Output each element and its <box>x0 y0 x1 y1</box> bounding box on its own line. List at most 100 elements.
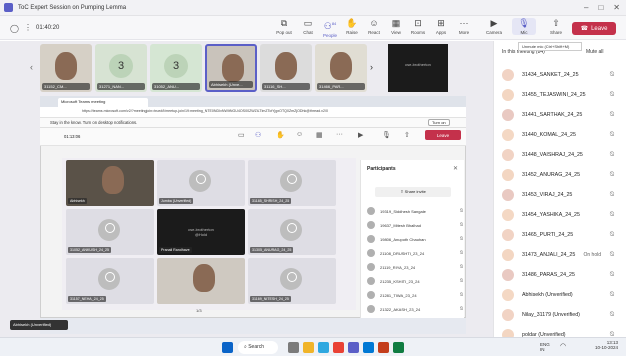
video-tile[interactable]: 31116_SH... <box>260 44 312 92</box>
inner-video-tile[interactable]: Abhisekh <box>66 160 154 206</box>
participant-row[interactable]: Abhisekh (Unverified) ⍉ <box>494 285 626 305</box>
start-icon[interactable] <box>222 342 233 353</box>
inner-react-icon[interactable]: ☺ <box>296 131 303 138</box>
close-icon[interactable]: ✕ <box>613 3 620 12</box>
inner-video-tile[interactable]: 31305_ANURAG_24_25 <box>248 209 336 255</box>
avatar <box>502 109 514 121</box>
participant-row[interactable]: 31452_ANURAG_24_25 ⍉ <box>494 165 626 185</box>
chrome-icon[interactable] <box>333 342 344 353</box>
inner-people-icon[interactable]: ⚇ <box>255 131 261 139</box>
inner-video-tile[interactable]: 31185_SHRISH_24_25 <box>248 160 336 206</box>
url-field[interactable]: https://teams.microsoft.com/v2/?meetingj… <box>82 109 432 113</box>
share-button[interactable]: ⇧ Share <box>544 18 568 35</box>
participant-video <box>275 52 297 80</box>
meeting-toolbar: ◯ ⋮ 01:40:20 ⧉ Pop out ▭ Chat ⚇84 People ✋ R… <box>0 16 626 40</box>
video-strip: 31152_CM... 3 31271_NAN... 3 31052_ANU... … <box>40 44 390 92</box>
leave-button[interactable]: ☎ Leave <box>572 22 616 35</box>
participant-row[interactable]: Nilay_31179 (Unverified) ⍉ <box>494 305 626 325</box>
teams-icon[interactable] <box>348 342 359 353</box>
notification-banner: Stay in the know. Turn on desktop notifi… <box>40 118 466 128</box>
strip-prev-icon[interactable]: ‹ <box>30 62 33 72</box>
file-explorer-icon[interactable] <box>303 342 314 353</box>
inner-more-icon[interactable]: ··· <box>336 131 343 138</box>
inner-tab[interactable]: Microsoft Teams meeting <box>58 98 148 107</box>
inner-video-tile[interactable]: 31052_ANKUSH_24_25 <box>66 209 154 255</box>
people-button[interactable]: ⚇84 People <box>318 18 342 38</box>
turn-on-button[interactable]: Turn on <box>428 119 450 126</box>
video-tile[interactable]: 3 31271_NAN... <box>95 44 147 92</box>
more-button[interactable]: ··· More <box>452 18 476 35</box>
maximize-icon[interactable]: □ <box>598 3 603 12</box>
rooms-button[interactable]: ⊡ Rooms <box>406 18 430 35</box>
inner-video-tile[interactable] <box>157 258 245 304</box>
inner-video-tile-dark[interactable]: cse-brotherton @Hold Pranali Randhave <box>157 209 245 255</box>
camera-button[interactable]: ▶ Camera <box>482 18 506 35</box>
inner-share-icon[interactable]: ⇧ <box>404 131 410 139</box>
store-icon[interactable] <box>363 342 374 353</box>
inner-participant-row[interactable]: 19637_Mitesh Bhalhad ⍉ <box>367 218 463 232</box>
participant-row[interactable]: 31453_VIRAJ_24_25 ⍉ <box>494 185 626 205</box>
apps-button[interactable]: ⊞ Apps <box>429 18 453 35</box>
inner-video-tile[interactable]: 31157_NEHA_24_25 <box>66 258 154 304</box>
participant-row[interactable]: 31454_YASHIKA_24_25 ⍉ <box>494 205 626 225</box>
participant-row[interactable]: 31455_TEJASWINI_24_25 ⍉ <box>494 85 626 105</box>
participant-name: 19637_Mitesh Bhalhad <box>380 222 421 228</box>
avatar <box>367 263 375 271</box>
participant-name: 31441_SARTHAK_24_25 <box>522 112 583 118</box>
wifi-icon[interactable]: ◠ <box>560 342 566 350</box>
video-tile[interactable]: 3 31052_ANU... <box>150 44 202 92</box>
video-tile-active[interactable]: Abhisekh (Unve... <box>205 44 257 92</box>
video-tile[interactable]: 31466_PAR... <box>315 44 367 92</box>
video-tile[interactable]: 31152_CM... <box>40 44 92 92</box>
inner-video-tile[interactable]: Jumba (Unverified) <box>157 160 245 206</box>
inner-mic-icon[interactable]: 🎙 <box>382 131 391 139</box>
participant-name: 31452_ANURAG_24_25 <box>522 172 581 178</box>
inner-participant-row[interactable]: 21119_RIYA_23_24 ⍉ <box>367 260 463 274</box>
edge-icon[interactable] <box>318 342 329 353</box>
pop-out-button[interactable]: ⧉ Pop out <box>272 18 296 35</box>
inner-view-icon[interactable]: ▦ <box>316 131 323 139</box>
inner-participant-row[interactable]: 21322_AKASH_23_24 ⍉ <box>367 302 463 316</box>
minimize-icon[interactable]: – <box>584 3 588 12</box>
task-view-icon[interactable] <box>288 342 299 353</box>
view-button[interactable]: ▦ View <box>384 18 408 35</box>
participant-name: 21108_DRUSHTI_23_24 <box>380 250 425 256</box>
inner-participant-row[interactable]: 19319_Siddhesh Sangale ⍉ <box>367 204 463 218</box>
inner-participant-row[interactable]: 19806_Anupoth Chauhan ⍉ <box>367 232 463 246</box>
inner-video-tile[interactable]: 31169_NITESH_24_25 <box>248 258 336 304</box>
inner-camera-icon[interactable]: ▶ <box>358 131 363 139</box>
mic-off-icon: ⍉ <box>459 208 463 214</box>
participant-row[interactable]: 31440_KOMAL_24_25 ⍉ <box>494 125 626 145</box>
chat-button[interactable]: ▭ Chat <box>296 18 320 35</box>
inner-participant-row[interactable]: 21281_TIWA_23_24 ⍉ <box>367 288 463 302</box>
inner-participant-row[interactable]: 21108_DRUSHTI_23_24 ⍉ <box>367 246 463 260</box>
inner-chat-icon[interactable]: ▭ <box>238 131 245 139</box>
notification-text: Stay in the know. Turn on desktop notifi… <box>50 120 138 125</box>
language-indicator[interactable]: ENG IN <box>540 342 554 352</box>
office-icon[interactable] <box>378 342 389 353</box>
participant-row[interactable]: 31473_ANJALI_24_25 On hold ⍉ <box>494 245 626 265</box>
participant-row[interactable]: 31434_SANKET_24_25 ⍉ <box>494 65 626 85</box>
mic-button[interactable]: 🎙 Mic <box>512 18 536 35</box>
inner-tab-bar: Microsoft Teams meeting <box>40 96 466 107</box>
participant-name: Abhisekh (Unverified) <box>522 292 573 298</box>
app-icon[interactable] <box>393 342 404 353</box>
participant-row[interactable]: 31448_VAISHRAJ_24_25 ⍉ <box>494 145 626 165</box>
participant-row[interactable]: 31441_SARTHAK_24_25 ⍉ <box>494 105 626 125</box>
inner-raise-icon[interactable]: ✋ <box>276 131 285 139</box>
close-icon[interactable]: ✕ <box>453 165 458 172</box>
mute-all-button[interactable]: Mute all <box>586 49 604 55</box>
taskbar-search[interactable]: ⌕ Search <box>238 341 278 354</box>
react-button[interactable]: ☺ React <box>362 18 386 35</box>
participant-row[interactable]: 31486_PARAS_24_25 ⍉ <box>494 265 626 285</box>
avatar <box>502 289 514 301</box>
inner-leave-button[interactable]: Leave <box>425 130 461 140</box>
view-icon: ▦ <box>391 18 401 28</box>
avatar <box>502 149 514 161</box>
inner-participant-row[interactable]: 21235_KSHITI_23_24 ⍉ <box>367 274 463 288</box>
taskbar-clock[interactable]: 13:13 10-10-2024 <box>588 340 618 350</box>
participant-row[interactable]: 31465_PURTI_24_25 ⍉ <box>494 225 626 245</box>
raise-hand-button[interactable]: ✋ Raise <box>340 18 364 35</box>
video-tile-dark[interactable]: cse-brotherton <box>388 44 448 92</box>
share-invite-button[interactable]: ⇪ Share invite <box>375 187 451 197</box>
